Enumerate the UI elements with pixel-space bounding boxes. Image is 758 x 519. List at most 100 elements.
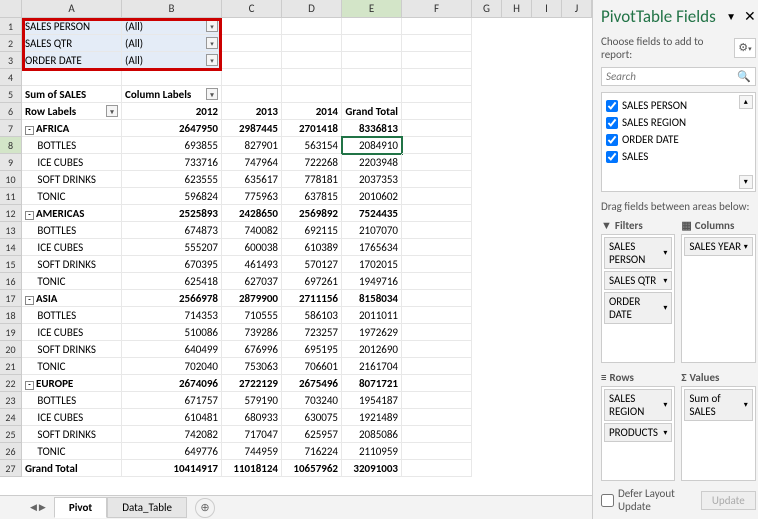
- cell[interactable]: [402, 35, 472, 52]
- cell[interactable]: [402, 443, 472, 460]
- cell[interactable]: 703240: [282, 392, 342, 409]
- cell[interactable]: [402, 137, 472, 154]
- row-label[interactable]: -AMERICAS: [22, 205, 122, 222]
- cell[interactable]: 1954187: [342, 392, 402, 409]
- chevron-down-icon[interactable]: ▾: [206, 88, 218, 100]
- row-header[interactable]: 26: [0, 443, 22, 460]
- field-item[interactable]: SALES PERSON: [606, 97, 751, 114]
- cell[interactable]: [402, 86, 472, 103]
- row-header[interactable]: 16: [0, 273, 22, 290]
- row-label[interactable]: ICE CUBES: [22, 409, 122, 426]
- select-all-corner[interactable]: [0, 0, 22, 17]
- cell[interactable]: [402, 154, 472, 171]
- cell[interactable]: [402, 290, 472, 307]
- cell[interactable]: [402, 52, 472, 69]
- cell[interactable]: 695195: [282, 341, 342, 358]
- cell[interactable]: 635617: [222, 171, 282, 188]
- row-label[interactable]: -ASIA: [22, 290, 122, 307]
- cell[interactable]: [342, 52, 402, 69]
- cell[interactable]: [342, 69, 402, 86]
- cell[interactable]: 722268: [282, 154, 342, 171]
- col-header-B[interactable]: B: [122, 0, 222, 17]
- cell[interactable]: [402, 188, 472, 205]
- collapse-icon[interactable]: -: [25, 296, 34, 305]
- row-header[interactable]: 20: [0, 341, 22, 358]
- cell[interactable]: 623555: [122, 171, 222, 188]
- filter-label[interactable]: SALES PERSON: [22, 18, 122, 35]
- cell[interactable]: 706601: [282, 358, 342, 375]
- field-list[interactable]: ▴ ▾ SALES PERSONSALES REGIONORDER DATESA…: [601, 92, 756, 192]
- cell[interactable]: [222, 86, 282, 103]
- cell[interactable]: 676996: [222, 341, 282, 358]
- row-header[interactable]: 3: [0, 52, 22, 69]
- cell[interactable]: 2012: [122, 103, 222, 120]
- chevron-down-icon[interactable]: ▾: [106, 105, 118, 117]
- scroll-up-icon[interactable]: ▴: [739, 95, 753, 109]
- row-header[interactable]: 6: [0, 103, 22, 120]
- filter-label[interactable]: ORDER DATE: [22, 52, 122, 69]
- cell[interactable]: [402, 426, 472, 443]
- cell[interactable]: [402, 222, 472, 239]
- cell[interactable]: [282, 18, 342, 35]
- row-header[interactable]: 5: [0, 86, 22, 103]
- tab-pivot[interactable]: Pivot: [54, 497, 107, 518]
- cell[interactable]: [402, 273, 472, 290]
- cell[interactable]: 702040: [122, 358, 222, 375]
- cell[interactable]: 714353: [122, 307, 222, 324]
- chevron-down-icon[interactable]: ▾: [663, 248, 667, 258]
- cell[interactable]: [402, 460, 472, 477]
- tab-data-table[interactable]: Data_Table: [107, 497, 187, 518]
- cell[interactable]: 2674096: [122, 375, 222, 392]
- filter-value[interactable]: (All)▾: [122, 18, 222, 35]
- cell[interactable]: [402, 392, 472, 409]
- row-header[interactable]: 1: [0, 18, 22, 35]
- row-header[interactable]: 17: [0, 290, 22, 307]
- cell[interactable]: 610481: [122, 409, 222, 426]
- filter-label[interactable]: SALES QTR: [22, 35, 122, 52]
- cell[interactable]: 674873: [122, 222, 222, 239]
- cell[interactable]: 717047: [222, 426, 282, 443]
- row-label[interactable]: SOFT DRINKS: [22, 256, 122, 273]
- cell[interactable]: 2037353: [342, 171, 402, 188]
- cell[interactable]: 2013: [222, 103, 282, 120]
- field-item[interactable]: ORDER DATE: [606, 131, 751, 148]
- column-labels[interactable]: Column Labels▾: [122, 86, 222, 103]
- cell[interactable]: 10414917: [122, 460, 222, 477]
- chevron-down-icon[interactable]: ▾: [663, 276, 667, 286]
- cell[interactable]: 610389: [282, 239, 342, 256]
- cell[interactable]: 570127: [282, 256, 342, 273]
- cell[interactable]: [402, 18, 472, 35]
- cell[interactable]: 775963: [222, 188, 282, 205]
- row-header[interactable]: 15: [0, 256, 22, 273]
- cell[interactable]: [22, 69, 122, 86]
- row-header[interactable]: 11: [0, 188, 22, 205]
- cell[interactable]: 637815: [282, 188, 342, 205]
- chevron-down-icon[interactable]: ▾: [663, 400, 667, 410]
- cell[interactable]: 2014: [282, 103, 342, 120]
- chevron-down-icon[interactable]: ▾: [663, 303, 667, 313]
- row-label[interactable]: ICE CUBES: [22, 239, 122, 256]
- row-label[interactable]: SOFT DRINKS: [22, 341, 122, 358]
- row-label[interactable]: SOFT DRINKS: [22, 426, 122, 443]
- cell[interactable]: 630075: [282, 409, 342, 426]
- cell[interactable]: [402, 69, 472, 86]
- col-header-G[interactable]: G: [472, 0, 502, 17]
- row-header[interactable]: 8: [0, 137, 22, 154]
- cell[interactable]: [282, 52, 342, 69]
- cell[interactable]: [342, 86, 402, 103]
- row-label[interactable]: ICE CUBES: [22, 154, 122, 171]
- cell[interactable]: 11018124: [222, 460, 282, 477]
- cell[interactable]: 671757: [122, 392, 222, 409]
- cell[interactable]: [402, 375, 472, 392]
- cell[interactable]: 649776: [122, 443, 222, 460]
- cell[interactable]: 2569892: [282, 205, 342, 222]
- row-labels[interactable]: Row Labels▾: [22, 103, 122, 120]
- row-label[interactable]: ICE CUBES: [22, 324, 122, 341]
- row-label[interactable]: -AFRICA: [22, 120, 122, 137]
- col-header-E[interactable]: E: [342, 0, 402, 17]
- scroll-down-icon[interactable]: ▾: [739, 175, 753, 189]
- col-header-J[interactable]: J: [562, 0, 592, 17]
- row-header[interactable]: 7: [0, 120, 22, 137]
- cell[interactable]: [402, 341, 472, 358]
- filter-value[interactable]: (All)▾: [122, 52, 222, 69]
